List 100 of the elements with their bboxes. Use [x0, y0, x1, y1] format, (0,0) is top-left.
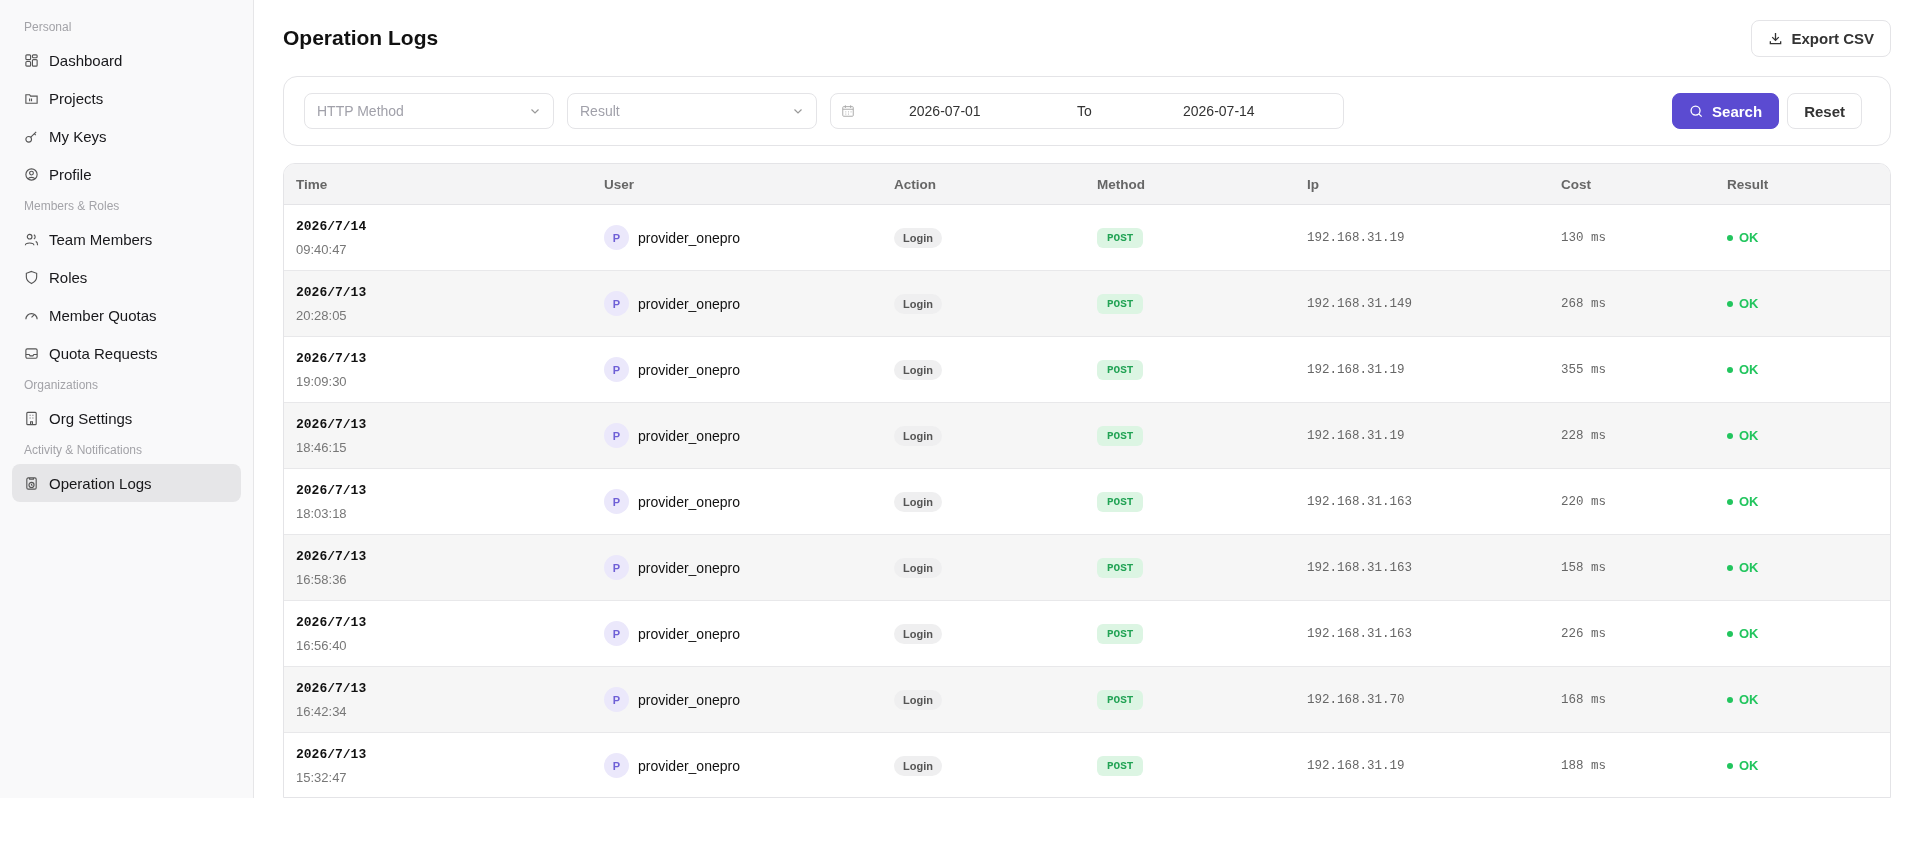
- user-avatar: P: [604, 423, 629, 448]
- date-range-picker[interactable]: 2026-07-01 To 2026-07-14: [830, 93, 1344, 129]
- cost-value: 228 ms: [1561, 428, 1606, 443]
- action-tag: Login: [894, 491, 942, 512]
- log-date: 2026/7/13: [296, 746, 367, 762]
- result-status: OK: [1739, 494, 1759, 509]
- user-name: provider_onepro: [638, 427, 740, 444]
- sidebar-item[interactable]: Projects: [12, 79, 241, 117]
- sidebar-item[interactable]: Team Members: [12, 220, 241, 258]
- user-avatar: P: [604, 357, 629, 382]
- method-tag: POST: [1097, 359, 1144, 380]
- ip-address: 192.168.31.70: [1307, 692, 1405, 707]
- search-icon: [1689, 103, 1705, 119]
- user-avatar: P: [604, 687, 629, 712]
- ip-address: 192.168.31.149: [1307, 296, 1413, 311]
- inbox-icon: [24, 345, 39, 361]
- result-status: OK: [1739, 626, 1759, 641]
- cost-value: 188 ms: [1561, 758, 1606, 773]
- reset-button[interactable]: Reset: [1787, 93, 1862, 129]
- user-name: provider_onepro: [638, 625, 740, 642]
- cost-value: 130 ms: [1561, 230, 1606, 245]
- cost-value: 355 ms: [1561, 362, 1606, 377]
- user-name: provider_onepro: [638, 493, 740, 510]
- sidebar-item[interactable]: My Keys: [12, 117, 241, 155]
- log-time: 09:40:47: [296, 241, 347, 257]
- user-name: provider_onepro: [638, 691, 740, 708]
- ip-address: 192.168.31.19: [1307, 758, 1405, 773]
- sidebar-heading: Personal: [23, 19, 73, 36]
- export-csv-button[interactable]: Export CSV: [1751, 19, 1891, 57]
- sidebar-item[interactable]: Dashboard: [12, 41, 241, 79]
- action-tag: Login: [894, 227, 942, 248]
- sidebar-heading: Organizations: [23, 377, 100, 394]
- sidebar-item[interactable]: Profile: [12, 155, 241, 193]
- sidebar-heading: Members & Roles: [23, 198, 121, 215]
- user-avatar: P: [604, 489, 629, 514]
- search-button[interactable]: Search: [1672, 93, 1780, 129]
- ip-address: 192.168.31.163: [1307, 494, 1413, 509]
- result-status: OK: [1739, 758, 1759, 773]
- building-icon: [24, 410, 39, 426]
- sidebar-item[interactable]: Member Quotas: [12, 296, 241, 334]
- user-avatar: P: [604, 225, 629, 250]
- column-header: User: [603, 176, 636, 192]
- result-status: OK: [1739, 560, 1759, 575]
- user-name: provider_onepro: [638, 559, 740, 576]
- log-date: 2026/7/13: [296, 416, 367, 432]
- sidebar-item[interactable]: Operation Logs: [12, 464, 241, 502]
- user-avatar: P: [604, 753, 629, 778]
- action-tag: Login: [894, 689, 942, 710]
- sidebar-item[interactable]: Roles: [12, 258, 241, 296]
- method-tag: POST: [1097, 755, 1144, 776]
- log-time: 19:09:30: [296, 373, 347, 389]
- column-header: Time: [295, 176, 329, 192]
- user-name: provider_onepro: [638, 757, 740, 774]
- result-status: OK: [1739, 362, 1759, 377]
- grid-icon: [24, 52, 39, 68]
- method-tag: POST: [1097, 491, 1144, 512]
- result-status: OK: [1739, 428, 1759, 443]
- user-circle-icon: [24, 166, 39, 182]
- cost-value: 268 ms: [1561, 296, 1606, 311]
- method-tag: POST: [1097, 293, 1144, 314]
- method-tag: POST: [1097, 689, 1144, 710]
- user-avatar: P: [604, 621, 629, 646]
- user-avatar: P: [604, 291, 629, 316]
- log-time: 16:58:36: [296, 571, 347, 587]
- ip-address: 192.168.31.19: [1307, 230, 1405, 245]
- users-icon: [24, 231, 39, 247]
- cost-value: 220 ms: [1561, 494, 1606, 509]
- sidebar-heading: Activity & Notifications: [23, 442, 144, 459]
- log-time: 15:32:47: [296, 769, 347, 785]
- log-time: 16:42:34: [296, 703, 347, 719]
- ip-address: 192.168.31.19: [1307, 362, 1405, 377]
- cost-value: 168 ms: [1561, 692, 1606, 707]
- user-avatar: P: [604, 555, 629, 580]
- page-title: Operation Logs: [283, 26, 439, 50]
- log-date: 2026/7/13: [296, 350, 367, 366]
- log-date: 2026/7/13: [296, 680, 367, 696]
- sidebar-item[interactable]: Quota Requests: [12, 334, 241, 372]
- clipboard-clock-icon: [24, 475, 39, 491]
- log-time: 20:28:05: [296, 307, 347, 323]
- ip-address: 192.168.31.163: [1307, 626, 1413, 641]
- method-tag: POST: [1097, 557, 1144, 578]
- download-icon: [1768, 30, 1784, 46]
- user-name: provider_onepro: [638, 361, 740, 378]
- column-header: Method: [1096, 176, 1146, 192]
- column-header: Ip: [1306, 176, 1320, 192]
- cost-value: 158 ms: [1561, 560, 1606, 575]
- log-time: 18:46:15: [296, 439, 347, 455]
- log-date: 2026/7/13: [296, 614, 367, 630]
- action-tag: Login: [894, 557, 942, 578]
- method-tag: POST: [1097, 623, 1144, 644]
- column-header: Action: [893, 176, 937, 192]
- shield-icon: [24, 269, 39, 285]
- column-header: Result: [1726, 176, 1770, 192]
- log-date: 2026/7/13: [296, 284, 367, 300]
- action-tag: Login: [894, 293, 942, 314]
- log-time: 16:56:40: [296, 637, 347, 653]
- sidebar-item[interactable]: Org Settings: [12, 399, 241, 437]
- result-status: OK: [1739, 296, 1759, 311]
- log-date: 2026/7/14: [296, 218, 367, 234]
- action-tag: Login: [894, 755, 942, 776]
